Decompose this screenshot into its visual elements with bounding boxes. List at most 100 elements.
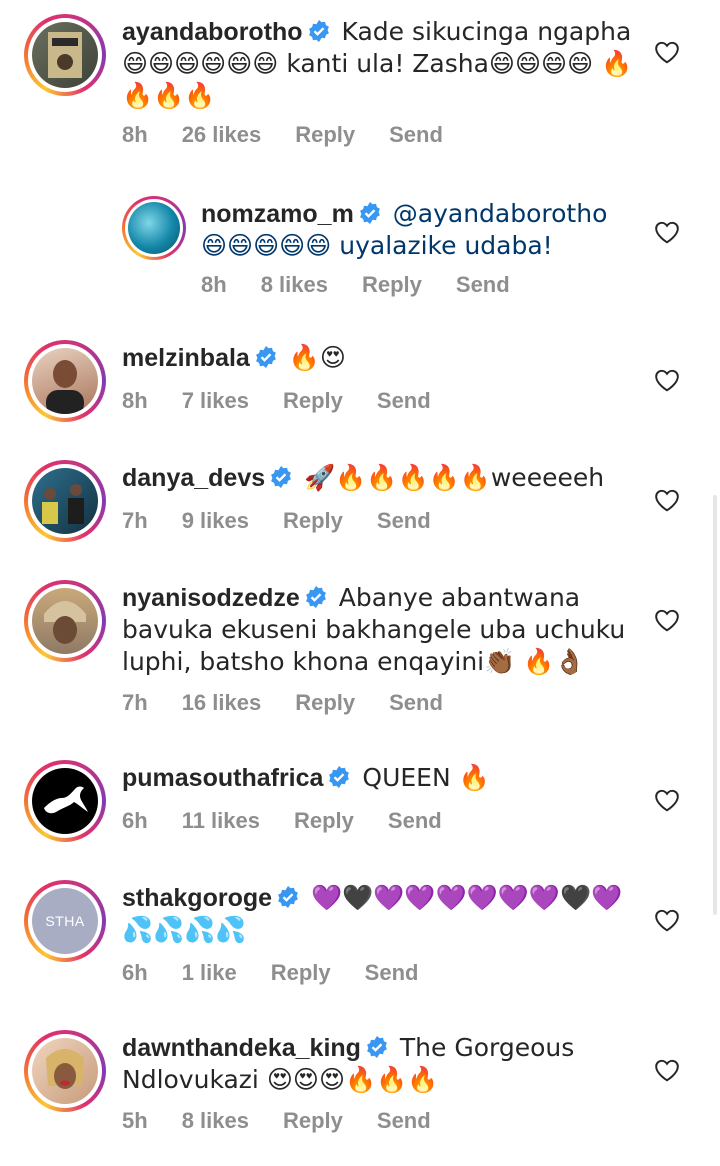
verified-badge-icon [367, 1036, 387, 1058]
comment-item: dawnthandeka_king The Gorgeous Ndlovukaz… [0, 1030, 720, 1160]
likes-count[interactable]: 8 likes [182, 1108, 249, 1133]
comment-username[interactable]: melzinbala [122, 344, 250, 372]
reply-button[interactable]: Reply [283, 388, 343, 413]
avatar-story-ring[interactable] [122, 196, 186, 260]
send-button[interactable]: Send [377, 1108, 431, 1133]
comment-item: pumasouthafrica QUEEN 🔥 6h 11 likes Reply S… [0, 760, 720, 860]
comment-meta: 5h 8 likes Reply Send [122, 1108, 465, 1134]
likes-count[interactable]: 9 likes [182, 508, 249, 533]
comment-body: dawnthandeka_king The Gorgeous Ndlovukaz… [122, 1032, 642, 1096]
comment-time: 6h [122, 960, 148, 985]
reply-button[interactable]: Reply [283, 508, 343, 533]
comment-time: 7h [122, 508, 148, 533]
comment-time: 7h [122, 690, 148, 715]
verified-badge-icon [359, 202, 380, 224]
comment-username[interactable]: nyanisodzedze [122, 584, 300, 612]
avatar-story-ring[interactable] [24, 14, 106, 96]
verified-badge-icon [329, 766, 350, 788]
comment-username[interactable]: dawnthandeka_king [122, 1034, 361, 1062]
verified-badge-icon [278, 886, 298, 908]
likes-count[interactable]: 26 likes [182, 122, 262, 147]
likes-count[interactable]: 1 like [182, 960, 237, 985]
comment-item: danya_devs 🚀🔥🔥🔥🔥🔥weeeeeh 7h 9 likes Reply S… [0, 460, 720, 560]
avatar-story-ring[interactable]: STHA [24, 880, 106, 962]
avatar [32, 22, 98, 88]
verified-badge-icon [271, 466, 292, 488]
comment-body: sthakgoroge 💜🖤💜💜💜💜💜💜🖤💜💦💦💦💦 [122, 882, 642, 946]
comment-time: 5h [122, 1108, 148, 1133]
comment-item: nyanisodzedze Abanye abantwana bavuka ek… [0, 580, 720, 730]
avatar [128, 202, 180, 254]
verified-badge-icon [308, 20, 329, 42]
likes-count[interactable]: 8 likes [261, 272, 328, 297]
comment-body: melzinbala 🔥😍 [122, 342, 642, 374]
like-heart-icon[interactable] [654, 368, 680, 392]
profile-photo [42, 484, 84, 524]
comment-meta: 7h 16 likes Reply Send [122, 690, 477, 716]
avatar-story-ring[interactable] [24, 760, 106, 842]
comment-item: ayandaborotho Kade sikucinga ngapha 😄😄😄😄… [0, 14, 720, 164]
comment-text: 🚀🔥🔥🔥🔥🔥weeeeeh [304, 463, 605, 492]
avatar [32, 468, 98, 534]
puma-logo-icon [44, 786, 88, 814]
like-heart-icon[interactable] [654, 608, 680, 632]
comment-body: nyanisodzedze Abanye abantwana bavuka ek… [122, 582, 642, 678]
like-heart-icon[interactable] [654, 488, 680, 512]
comment-time: 8h [201, 272, 227, 297]
send-button[interactable]: Send [456, 272, 510, 297]
comment-text: QUEEN 🔥 [362, 763, 490, 792]
comment-username[interactable]: sthakgoroge [122, 884, 272, 912]
comment-username[interactable]: ayandaborotho [122, 18, 303, 46]
comment-body: pumasouthafrica QUEEN 🔥 [122, 762, 642, 794]
comment-username[interactable]: nomzamo_m [201, 200, 354, 228]
comment-time: 6h [122, 808, 148, 833]
comment-username[interactable]: danya_devs [122, 464, 265, 492]
reply-button[interactable]: Reply [271, 960, 331, 985]
reply-button[interactable]: Reply [294, 808, 354, 833]
avatar-story-ring[interactable] [24, 340, 106, 422]
reply-comment-item: nomzamo_m @ayandaborotho 😄😄😄😄😄 uyalazike… [100, 196, 720, 306]
reply-button[interactable]: Reply [283, 1108, 343, 1133]
likes-count[interactable]: 16 likes [182, 690, 262, 715]
send-button[interactable]: Send [377, 388, 431, 413]
reply-button[interactable]: Reply [295, 122, 355, 147]
comment-item: melzinbala 🔥😍 8h 7 likes Reply Send [0, 340, 720, 440]
send-button[interactable]: Send [365, 960, 419, 985]
scrollbar[interactable] [713, 495, 717, 915]
verified-badge-icon [305, 586, 326, 608]
like-heart-icon[interactable] [654, 788, 680, 812]
like-heart-icon[interactable] [654, 908, 680, 932]
comment-text: 🔥😍 [288, 343, 346, 372]
avatar: STHA [32, 888, 98, 954]
send-button[interactable]: Send [377, 508, 431, 533]
reply-button[interactable]: Reply [295, 690, 355, 715]
profile-photo [46, 360, 84, 414]
likes-count[interactable]: 11 likes [182, 808, 260, 833]
avatar-initials: STHA [45, 913, 85, 929]
like-heart-icon[interactable] [654, 40, 680, 64]
like-heart-icon[interactable] [654, 220, 680, 244]
avatar-story-ring[interactable] [24, 580, 106, 662]
book-cover-image [48, 32, 82, 78]
verified-badge-icon [255, 346, 276, 368]
comment-time: 8h [122, 388, 148, 413]
comment-username[interactable]: pumasouthafrica [122, 764, 323, 792]
send-button[interactable]: Send [388, 808, 442, 833]
avatar-story-ring[interactable] [24, 1030, 106, 1112]
send-button[interactable]: Send [389, 122, 443, 147]
comment-body: ayandaborotho Kade sikucinga ngapha 😄😄😄😄… [122, 16, 642, 112]
comment-meta: 8h 8 likes Reply Send [201, 272, 544, 298]
avatar-story-ring[interactable] [24, 460, 106, 542]
send-button[interactable]: Send [389, 690, 443, 715]
profile-photo [44, 601, 86, 644]
like-heart-icon[interactable] [654, 1058, 680, 1082]
comment-meta: 6h 1 like Reply Send [122, 960, 452, 986]
reply-button[interactable]: Reply [362, 272, 422, 297]
comment-body: danya_devs 🚀🔥🔥🔥🔥🔥weeeeeh [122, 462, 642, 494]
avatar [32, 1038, 98, 1104]
avatar [32, 348, 98, 414]
comment-meta: 7h 9 likes Reply Send [122, 508, 465, 534]
comment-meta: 8h 7 likes Reply Send [122, 388, 465, 414]
likes-count[interactable]: 7 likes [182, 388, 249, 413]
comment-meta: 6h 11 likes Reply Send [122, 808, 476, 834]
